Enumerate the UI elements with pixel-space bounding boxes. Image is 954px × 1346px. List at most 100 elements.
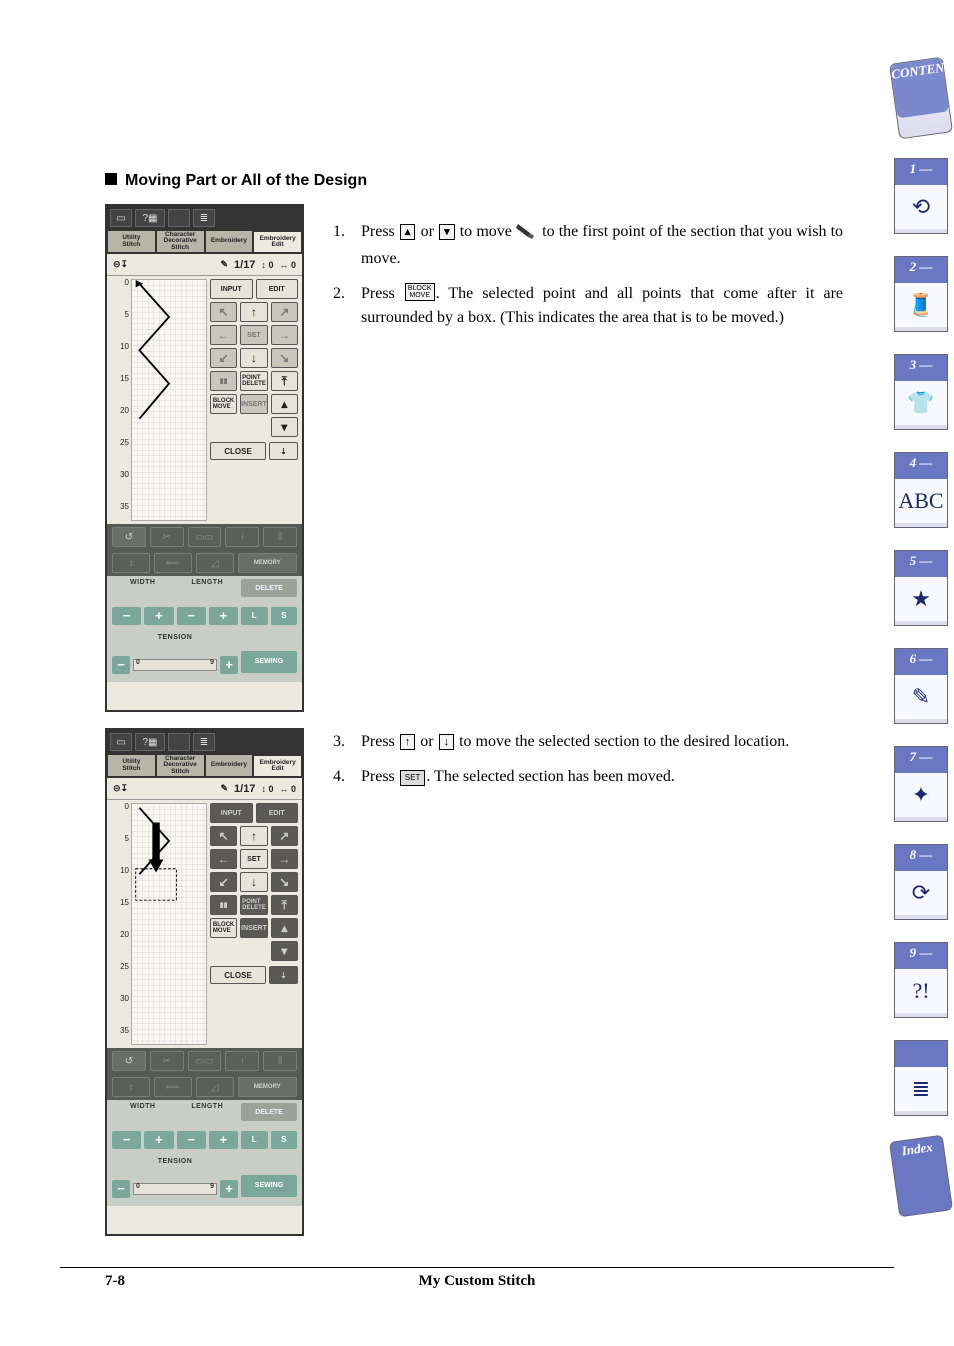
tool-memory[interactable]: MEMORY: [238, 553, 297, 573]
set-button-2[interactable]: SET: [240, 849, 267, 869]
arrow-se-2[interactable]: ↘: [271, 872, 298, 892]
tool-rotate-2[interactable]: ↺: [112, 1051, 146, 1071]
tool-memory-2[interactable]: MEMORY: [238, 1077, 297, 1097]
length-minus-2[interactable]: −: [177, 1131, 206, 1149]
close-button-2[interactable]: CLOSE: [210, 966, 266, 984]
l-button[interactable]: L: [241, 607, 268, 625]
tool-needle-2[interactable]: ⟊: [225, 1051, 259, 1071]
tool-repeat[interactable]: ▭▭: [188, 527, 222, 547]
length-plus-2[interactable]: +: [209, 1131, 238, 1149]
arrow-ne-2[interactable]: ↗: [271, 826, 298, 846]
tool-updown[interactable]: ↕: [112, 553, 150, 573]
close-button[interactable]: CLOSE: [210, 442, 266, 460]
tool-twin[interactable]: ⦀: [263, 527, 297, 547]
arrow-n-2[interactable]: ↑: [240, 826, 267, 846]
insert-button[interactable]: INSERT: [240, 394, 268, 414]
tab-2[interactable]: 2 —🧵: [894, 256, 948, 332]
arrow-sw[interactable]: ↙: [210, 348, 237, 368]
tension-plus-2[interactable]: +: [220, 1180, 238, 1198]
arrow-e[interactable]: →: [271, 325, 298, 345]
jump-bottom-button-2[interactable]: ⇣: [269, 966, 298, 984]
tab-9[interactable]: 9 —?!: [894, 942, 948, 1018]
tab-embroidery[interactable]: Embroidery: [205, 230, 254, 252]
s-button[interactable]: S: [271, 607, 298, 625]
step-down-button-2[interactable]: ▾: [271, 941, 298, 961]
tab-appendix[interactable]: ≣: [894, 1040, 948, 1116]
tool-cut[interactable]: ✂: [150, 527, 184, 547]
width-plus[interactable]: +: [144, 607, 173, 625]
input-button[interactable]: INPUT: [210, 279, 253, 299]
s-button-2[interactable]: S: [271, 1131, 298, 1149]
jump-bottom-button[interactable]: ⇣: [269, 442, 298, 460]
point-delete-button[interactable]: POINT DELETE: [240, 371, 267, 391]
length-plus[interactable]: +: [209, 607, 238, 625]
tab-embroidery-2[interactable]: Embroidery: [205, 754, 254, 776]
arrow-n[interactable]: ↑: [240, 302, 267, 322]
tab-embroidery-edit-2[interactable]: Embroidery Edit: [253, 754, 302, 776]
tension-plus[interactable]: +: [220, 656, 238, 674]
tool-flip-2[interactable]: ◿: [196, 1077, 234, 1097]
arrow-s-2[interactable]: ↓: [240, 872, 267, 892]
length-minus[interactable]: −: [177, 607, 206, 625]
point-delete-button-2[interactable]: POINT DELETE: [240, 895, 267, 915]
block-move-button[interactable]: BLOCK MOVE: [210, 394, 237, 414]
step-up-button-2[interactable]: ▴: [271, 918, 298, 938]
tab-3[interactable]: 3 —👕: [894, 354, 948, 430]
tab-utility-stitch-2[interactable]: Utility Stitch: [107, 754, 156, 776]
step-down-button[interactable]: ▾: [271, 417, 298, 437]
pause-button[interactable]: ▮▮: [210, 371, 237, 391]
sewing-button[interactable]: SEWING: [241, 651, 297, 673]
jump-top-button[interactable]: ⤒: [271, 371, 298, 391]
tool-needle[interactable]: ⟊: [225, 527, 259, 547]
l-button-2[interactable]: L: [241, 1131, 268, 1149]
block-move-button-2[interactable]: BLOCK MOVE: [210, 918, 237, 938]
arrow-nw[interactable]: ↖: [210, 302, 237, 322]
tab-7[interactable]: 7 —✦: [894, 746, 948, 822]
step-up-button[interactable]: ▴: [271, 394, 298, 414]
tab-utility-stitch[interactable]: Utility Stitch: [107, 230, 156, 252]
insert-button-2[interactable]: INSERT: [240, 918, 268, 938]
arrow-nw-2[interactable]: ↖: [210, 826, 237, 846]
design-canvas[interactable]: [131, 279, 207, 521]
tool-rotate[interactable]: ↺: [112, 527, 146, 547]
arrow-ne[interactable]: ↗: [271, 302, 298, 322]
tension-minus-2[interactable]: −: [112, 1180, 130, 1198]
set-button[interactable]: SET: [240, 325, 267, 345]
tool-cut-2[interactable]: ✂: [150, 1051, 184, 1071]
tab-5[interactable]: 5 —★: [894, 550, 948, 626]
width-minus[interactable]: −: [112, 607, 141, 625]
tool-flip[interactable]: ◿: [196, 553, 234, 573]
arrow-w[interactable]: ←: [210, 325, 237, 345]
tab-1[interactable]: 1 —⟲: [894, 158, 948, 234]
tab-6[interactable]: 6 —✎: [894, 648, 948, 724]
delete-button-2[interactable]: DELETE: [241, 1103, 297, 1121]
tool-twin-2[interactable]: ⦀: [263, 1051, 297, 1071]
tension-minus[interactable]: −: [112, 656, 130, 674]
arrow-sw-2[interactable]: ↙: [210, 872, 237, 892]
tool-mirror[interactable]: ⟸: [154, 553, 192, 573]
pause-button-2[interactable]: ▮▮: [210, 895, 237, 915]
tool-repeat-2[interactable]: ▭▭: [188, 1051, 222, 1071]
arrow-s[interactable]: ↓: [240, 348, 267, 368]
tension-scale[interactable]: [133, 659, 217, 671]
arrow-e-2[interactable]: →: [271, 849, 298, 869]
tool-updown-2[interactable]: ↕: [112, 1077, 150, 1097]
tab-char-decorative-2[interactable]: Character Decorative Stitch: [156, 754, 205, 776]
tab-8[interactable]: 8 —⟳: [894, 844, 948, 920]
width-plus-2[interactable]: +: [144, 1131, 173, 1149]
arrow-se[interactable]: ↘: [271, 348, 298, 368]
sewing-button-2[interactable]: SEWING: [241, 1175, 297, 1197]
edit-button-2[interactable]: EDIT: [256, 803, 299, 823]
tab-4[interactable]: 4 —ABC: [894, 452, 948, 528]
width-minus-2[interactable]: −: [112, 1131, 141, 1149]
jump-top-button-2[interactable]: ⤒: [271, 895, 298, 915]
tab-char-decorative[interactable]: Character Decorative Stitch: [156, 230, 205, 252]
tab-contents[interactable]: CONTENTS: [889, 57, 953, 140]
arrow-w-2[interactable]: ←: [210, 849, 237, 869]
design-canvas-2[interactable]: [131, 803, 207, 1045]
delete-button[interactable]: DELETE: [241, 579, 297, 597]
tool-mirror-2[interactable]: ⟸: [154, 1077, 192, 1097]
edit-button[interactable]: EDIT: [256, 279, 299, 299]
input-button-2[interactable]: INPUT: [210, 803, 253, 823]
tension-scale-2[interactable]: [133, 1183, 217, 1195]
